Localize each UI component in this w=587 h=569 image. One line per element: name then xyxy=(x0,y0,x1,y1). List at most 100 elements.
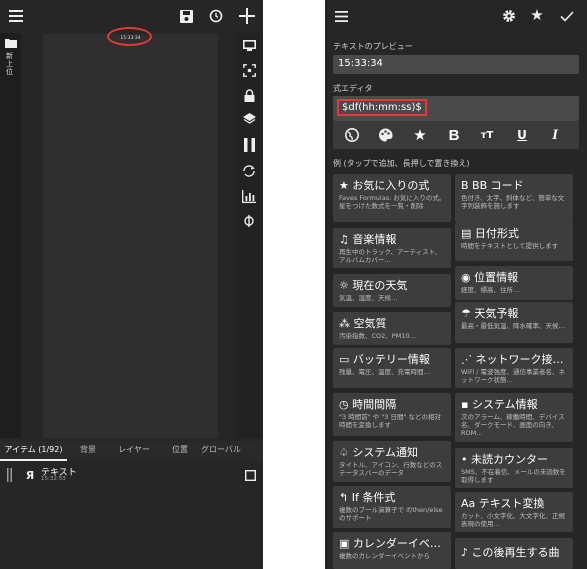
card-next-song[interactable]: ♪ この後再生する曲 xyxy=(455,538,573,569)
card-title: ◷ 時間間隔 xyxy=(339,398,397,411)
card-description: 汚染指数、CO2、PM10… xyxy=(339,332,417,340)
card-description: 複数のカレンダーイベントから xyxy=(339,552,430,560)
card-description: SMS、不在着信、メールの未読数を取得します xyxy=(461,468,566,484)
card-text-conversion[interactable]: Aa テキスト変換 カット、小文字化、大文字化、正規表現の使用… xyxy=(455,492,573,532)
star-icon[interactable]: ★ xyxy=(408,123,432,147)
card-unread-counter[interactable]: • 未読カウンター SMS、不在着信、メールの未読数を取得します xyxy=(455,448,573,488)
italic-icon[interactable]: I xyxy=(543,123,567,147)
card-title: ☼ 現在の天気 xyxy=(339,279,408,292)
card-air-quality[interactable]: ⁂ 空気質 汚染指数、CO2、PM10… xyxy=(333,312,451,345)
checkbox-icon[interactable] xyxy=(243,468,257,482)
card-date-format[interactable]: ▤ 日付形式 時間をテキストとして提供します xyxy=(455,222,573,261)
card-description: 残量、電圧、温度、充電時間… xyxy=(339,368,430,376)
target-icon[interactable] xyxy=(240,62,258,78)
card-current-weather[interactable]: ☼ 現在の天気 気温、湿度、天候… xyxy=(333,274,451,307)
card-description: カット、小文字化、大文字化、正規表現の使用… xyxy=(461,512,565,528)
preview-icon[interactable] xyxy=(240,37,258,53)
card-description: "3 時間前" や "3 日間" などの相対時間を変換します xyxy=(339,413,442,429)
tab-bar: アイテム (1/92) 背景 レイヤー 位置 グローバル xyxy=(0,441,263,461)
card-calendar-event[interactable]: ▣ カレンダーイベ… 複数のカレンダーイベントから xyxy=(333,532,451,569)
list-item[interactable]: Я テキスト 15:32:53 xyxy=(0,462,263,492)
tab-items[interactable]: アイテム (1/92) xyxy=(0,441,67,461)
examples-label: 例 (タップで追加、長押しで置き換え) xyxy=(333,159,470,168)
tab-global[interactable]: グローバル xyxy=(201,441,263,461)
card-title: ▪ システム情報 xyxy=(461,398,538,411)
drag-handle-icon[interactable] xyxy=(5,467,13,483)
preview-field: 15:33:34 xyxy=(333,55,579,74)
lock-icon[interactable] xyxy=(240,87,258,103)
text-item-icon: Я xyxy=(25,468,35,482)
layers-icon[interactable] xyxy=(240,111,258,127)
folder-icon[interactable] xyxy=(4,37,18,49)
item-time: 15:32:53 xyxy=(41,476,66,482)
card-description: 最高・最低気温、降水確率、天候… xyxy=(461,322,565,330)
gear-icon[interactable] xyxy=(499,6,519,26)
pause-icon[interactable] xyxy=(240,136,258,154)
card-bb-code[interactable]: B BB コード 色付き、太字、斜体など、簡単な文字列装飾を施します xyxy=(455,174,573,222)
folder-label: 新上位 xyxy=(6,52,13,76)
card-title: ↰ If 条件式 xyxy=(339,491,396,504)
card-system-info[interactable]: ▪ システム情報 次のアラーム、稼働時間、デバイス名、ダークモード、画面の向き、… xyxy=(455,393,573,442)
formula-editor-value[interactable]: $df(hh:mm:ss)$ xyxy=(337,99,427,116)
card-title: Aa テキスト変換 xyxy=(461,497,545,510)
save-icon[interactable] xyxy=(176,6,196,26)
hamburger-menu-icon[interactable] xyxy=(331,6,351,26)
tab-background[interactable]: 背景 xyxy=(67,441,109,461)
card-title: ☂ 天気予報 xyxy=(461,307,519,320)
right-phone-screen: ★ テキストのプレビュー 15:33:34 式エディタ $df(hh:mm:ss… xyxy=(325,0,587,569)
visibility-icon[interactable] xyxy=(240,212,258,230)
preview-value: 15:33:34 xyxy=(338,58,383,69)
card-title: ▣ カレンダーイベ… xyxy=(339,537,441,550)
text-size-icon[interactable]: тT xyxy=(475,123,499,147)
card-title: ♪ この後再生する曲 xyxy=(461,546,560,559)
card-network-connection[interactable]: ⋰ ネットワーク接… WiFi / 電波強度、通信事業者名、ネットワーク状態… xyxy=(455,348,573,388)
card-description: 色付き、太字、斜体など、簡単な文字列装飾を施します xyxy=(461,194,565,210)
card-title: ★ お気に入りの式 xyxy=(339,179,430,192)
card-title: ▭ バッテリー情報 xyxy=(339,353,430,366)
palette-icon[interactable] xyxy=(373,123,397,147)
card-description: 再生中のトラック、アーティスト、アルバムカバー… xyxy=(339,248,442,264)
card-title: ◉ 位置情報 xyxy=(461,271,519,284)
card-title: ⋰ ネットワーク接… xyxy=(461,353,564,366)
bold-icon[interactable]: B xyxy=(442,123,466,147)
card-description: 次のアラーム、稼働時間、デバイス名、ダークモード、画面の向き、ROM… xyxy=(461,413,565,437)
card-title: • 未読カウンター xyxy=(461,453,548,466)
card-description: タイトル、アイコン、行数などのステータスバーのデータ xyxy=(339,461,443,477)
underline-icon[interactable]: U xyxy=(510,123,534,147)
globe-icon[interactable] xyxy=(340,123,364,147)
card-if-condition[interactable]: ↰ If 条件式 複数のブール演算子で if/then/else のサポート xyxy=(333,486,451,528)
hamburger-menu-icon[interactable] xyxy=(6,6,26,26)
card-favorites[interactable]: ★ お気に入りの式 Faves Formulas: お気に入りの式。星をつけた数… xyxy=(333,174,451,222)
card-music-info[interactable]: ♫ 音楽情報 再生中のトラック、アーティスト、アルバムカバー… xyxy=(333,228,451,268)
rotate-icon[interactable] xyxy=(240,162,258,180)
check-icon[interactable] xyxy=(557,6,577,26)
card-location-info[interactable]: ◉ 位置情報 経度、標高、住所… xyxy=(455,266,573,300)
star-icon[interactable]: ★ xyxy=(527,5,547,25)
card-description: Faves Formulas: お気に入りの式。星をつけた数式を一覧・削除 xyxy=(339,194,446,210)
folder-strip xyxy=(0,33,21,438)
stats-icon[interactable] xyxy=(240,187,258,205)
formula-editor-input[interactable]: $df(hh:mm:ss)$ xyxy=(333,96,579,121)
preview-canvas[interactable]: 15:33:34 xyxy=(43,34,218,438)
preview-label: テキストのプレビュー xyxy=(333,42,413,51)
card-title: ▤ 日付形式 xyxy=(461,227,519,240)
card-description: 時間をテキストとして提供します xyxy=(461,242,559,250)
editor-label: 式エディタ xyxy=(333,84,373,93)
tab-position[interactable]: 位置 xyxy=(159,441,201,461)
card-title: ♤ システム通知 xyxy=(339,446,419,459)
card-time-interval[interactable]: ◷ 時間間隔 "3 時間前" や "3 日間" などの相対時間を変換します xyxy=(333,393,451,436)
card-title: ⁂ 空気質 xyxy=(339,317,387,330)
card-title: ♫ 音楽情報 xyxy=(339,233,397,246)
tab-layer[interactable]: レイヤー xyxy=(109,441,159,461)
card-title: B BB コード xyxy=(461,179,524,192)
add-icon[interactable] xyxy=(236,5,258,27)
card-description: 気温、湿度、天候… xyxy=(339,294,398,302)
card-weather-forecast[interactable]: ☂ 天気予報 最高・最低気温、降水確率、天候… xyxy=(455,302,573,343)
card-system-notification[interactable]: ♤ システム通知 タイトル、アイコン、行数などのステータスバーのデータ xyxy=(333,441,451,482)
card-battery-info[interactable]: ▭ バッテリー情報 残量、電圧、温度、充電時間… xyxy=(333,348,451,388)
history-icon[interactable] xyxy=(206,6,226,26)
card-description: 経度、標高、住所… xyxy=(461,286,520,294)
card-description: 複数のブール演算子で if/then/else のサポート xyxy=(339,506,443,522)
card-description: WiFi / 電波強度、通信事業者名、ネットワーク状態… xyxy=(461,368,565,384)
highlight-ellipse xyxy=(107,27,152,46)
